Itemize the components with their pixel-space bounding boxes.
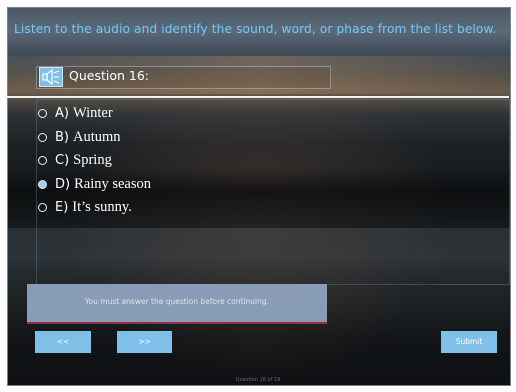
option-letter: B) (55, 129, 69, 145)
option-e[interactable]: E) It’s sunny. (38, 196, 151, 220)
option-c[interactable]: C) Spring (38, 149, 151, 173)
option-label: Rainy season (74, 175, 152, 192)
option-label: Spring (73, 152, 112, 169)
radio-button[interactable] (38, 203, 47, 213)
radio-button[interactable] (38, 132, 47, 142)
option-letter: A) (55, 106, 69, 122)
previous-button[interactable]: << (35, 331, 91, 353)
play-audio-button[interactable] (39, 67, 63, 87)
option-d[interactable]: D) Rainy season (38, 173, 151, 197)
question-progress: Question 16 of 19 (235, 377, 281, 383)
option-b[interactable]: B) Autumn (38, 126, 151, 150)
option-label: Autumn (73, 128, 121, 145)
option-a[interactable]: A) Winter (38, 102, 151, 126)
instruction-text: Listen to the audio and identify the sou… (14, 22, 497, 36)
question-title: Question 16: (69, 68, 149, 83)
answer-options: A) Winter B) Autumn C) Spring D) Rainy s… (38, 102, 151, 220)
radio-button[interactable] (38, 156, 47, 166)
radio-button[interactable] (38, 179, 47, 189)
option-letter: E) (55, 200, 69, 216)
submit-button[interactable]: Submit (441, 331, 497, 353)
header-divider (7, 96, 509, 98)
option-label: Winter (72, 105, 113, 122)
option-letter: D) (55, 176, 71, 192)
validation-text: You must answer the question before cont… (84, 297, 270, 306)
option-letter: C) (55, 153, 70, 169)
option-label: It’s sunny. (72, 199, 132, 216)
speaker-icon (40, 68, 62, 86)
radio-button[interactable] (38, 109, 47, 119)
validation-message: You must answer the question before cont… (27, 284, 327, 324)
next-button[interactable]: >> (117, 331, 172, 353)
